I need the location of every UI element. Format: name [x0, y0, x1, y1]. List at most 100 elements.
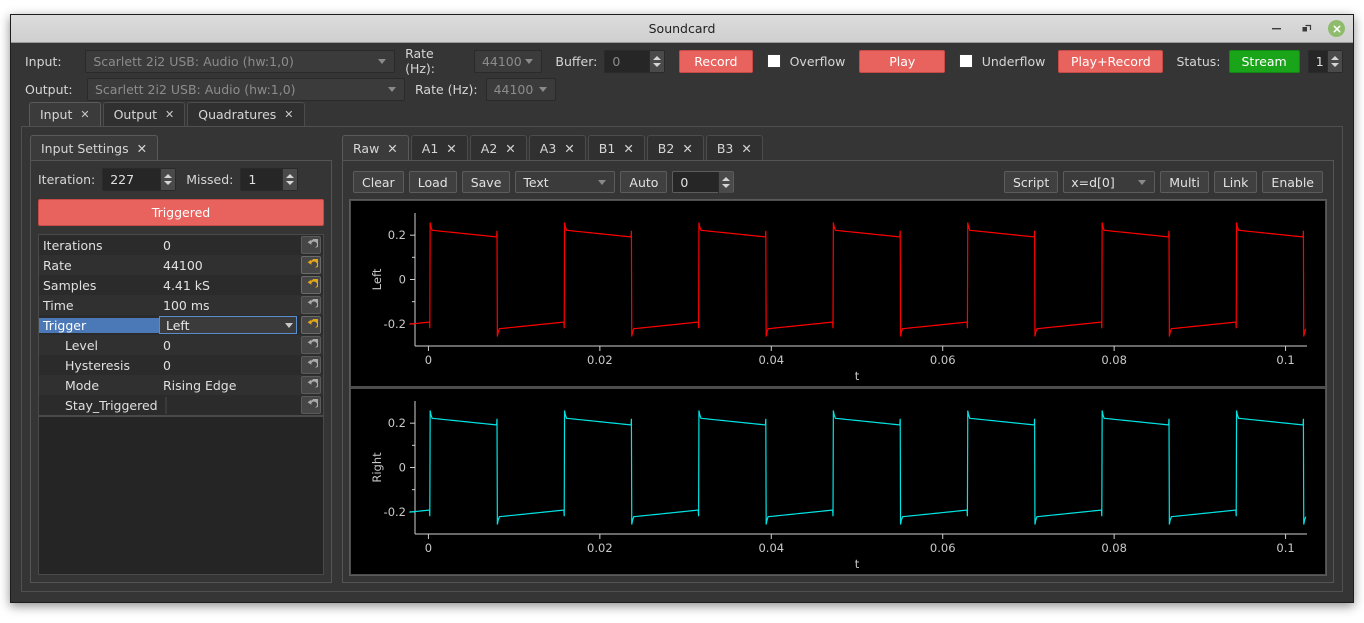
close-icon[interactable]: ✕: [564, 141, 574, 156]
status-label: Status:: [1176, 53, 1221, 69]
auto-arrows[interactable]: [718, 171, 734, 193]
output-device-select[interactable]: Scarlett 2i2 USB: Audio (hw:1,0): [87, 77, 405, 101]
svg-text:0.04: 0.04: [758, 541, 784, 555]
close-icon[interactable]: ✕: [741, 141, 751, 156]
property-row-mode[interactable]: Mode Rising Edge: [39, 375, 323, 395]
buffer-stepper[interactable]: 0: [604, 49, 665, 73]
reset-icon[interactable]: [301, 296, 321, 314]
input-device-value: Scarlett 2i2 USB: Audio (hw:1,0): [93, 53, 294, 69]
reset-icon[interactable]: [301, 356, 321, 374]
x-expression-value: x=d[0]: [1071, 174, 1115, 190]
reset-icon[interactable]: [301, 396, 321, 414]
auto-button[interactable]: Auto: [620, 171, 668, 193]
stream-count-arrows[interactable]: [1327, 50, 1342, 72]
stream-count-value: 1: [1315, 53, 1324, 69]
overflow-checkbox[interactable]: [766, 54, 781, 68]
close-icon[interactable]: ✕: [682, 141, 692, 156]
iteration-stepper[interactable]: 227: [102, 168, 177, 191]
close-icon[interactable]: ✕: [505, 141, 515, 156]
missed-stepper[interactable]: 1: [240, 168, 299, 191]
chevron-down-icon: [285, 322, 293, 328]
svg-text:t: t: [855, 557, 860, 571]
property-row-trigger[interactable]: Trigger Left: [39, 315, 323, 335]
tab-a2[interactable]: A2 ✕: [469, 135, 527, 160]
plot-right-channel[interactable]: -0.2 0 0.2 0 0.02 0.04 0.06 0.08 0.1 t Right: [351, 389, 1325, 574]
plot-left-channel[interactable]: -0.2 0 0.2 0 0.02 0.04 0.06 0.08 0.1 t Left: [351, 201, 1325, 386]
reset-icon[interactable]: [301, 236, 321, 254]
buffer-stepper-arrows[interactable]: [648, 50, 664, 72]
tab-b3[interactable]: B3 ✕: [705, 135, 763, 160]
reset-icon[interactable]: [301, 256, 321, 274]
script-button[interactable]: Script: [1003, 171, 1059, 193]
close-icon[interactable]: ✕: [446, 141, 456, 156]
link-button[interactable]: Link: [1213, 171, 1258, 193]
format-value: Text: [523, 174, 549, 190]
svg-text:0.1: 0.1: [1276, 541, 1294, 555]
output-rate-value: 44100: [493, 81, 534, 97]
minimize-icon[interactable]: [1268, 20, 1285, 37]
property-value[interactable]: Left: [159, 316, 299, 334]
auto-stepper[interactable]: 0: [672, 171, 735, 193]
record-button[interactable]: Record: [678, 49, 753, 73]
tab-a3[interactable]: A3 ✕: [528, 135, 586, 160]
property-row-time[interactable]: Time 100 ms: [39, 295, 323, 315]
property-row-level[interactable]: Level 0: [39, 335, 323, 355]
tab-b2[interactable]: B2 ✕: [646, 135, 704, 160]
input-device-select[interactable]: Scarlett 2i2 USB: Audio (hw:1,0): [85, 49, 396, 73]
close-icon[interactable]: ✕: [137, 141, 147, 156]
close-icon[interactable]: ✕: [623, 141, 633, 156]
input-settings-panel: Iteration: 227 Missed: 1 Triggered Itera…: [30, 160, 332, 583]
property-name: Hysteresis: [65, 357, 130, 373]
close-icon[interactable]: ✕: [80, 109, 89, 120]
trigger-channel-select[interactable]: Left: [159, 316, 297, 334]
tab-raw[interactable]: Raw ✕: [342, 135, 409, 160]
reset-icon[interactable]: [301, 376, 321, 394]
iteration-arrows[interactable]: [160, 169, 176, 190]
play-button[interactable]: Play: [859, 49, 946, 73]
stream-count-stepper[interactable]: 1: [1307, 49, 1343, 73]
enable-button[interactable]: Enable: [1262, 171, 1323, 193]
x-expression-select[interactable]: x=d[0]: [1063, 171, 1156, 193]
stay-triggered-checkbox[interactable]: [165, 396, 167, 414]
format-select[interactable]: Text: [515, 171, 616, 193]
triggered-status-button[interactable]: Triggered: [38, 199, 324, 226]
restore-icon[interactable]: [1298, 20, 1315, 37]
arrow-up-icon: [1331, 55, 1339, 60]
play-record-button[interactable]: Play+Record: [1058, 49, 1164, 73]
input-rate-select[interactable]: 44100: [473, 49, 543, 73]
close-icon[interactable]: [1328, 20, 1345, 37]
property-row-samples[interactable]: Samples 4.41 kS: [39, 275, 323, 295]
tab-input[interactable]: Input ✕: [29, 102, 101, 126]
reset-icon[interactable]: [301, 276, 321, 294]
property-row-stay_triggered[interactable]: Stay_Triggered: [39, 395, 323, 415]
clear-button[interactable]: Clear: [353, 171, 404, 193]
multi-button[interactable]: Multi: [1160, 171, 1209, 193]
close-icon[interactable]: ✕: [284, 109, 293, 120]
tab-input-settings[interactable]: Input Settings ✕: [30, 135, 159, 160]
close-icon[interactable]: ✕: [165, 109, 174, 120]
save-button[interactable]: Save: [461, 171, 511, 193]
tab-output[interactable]: Output ✕: [102, 102, 186, 126]
stream-status-badge[interactable]: Stream: [1228, 49, 1300, 73]
tab-input-settings-label: Input Settings: [41, 140, 129, 156]
tab-b1[interactable]: B1 ✕: [587, 135, 645, 160]
svg-text:0: 0: [399, 273, 406, 287]
property-row-iterations[interactable]: Iterations 0: [39, 235, 323, 255]
reset-icon[interactable]: [301, 336, 321, 354]
tab-quadratures[interactable]: Quadratures ✕: [187, 102, 305, 126]
arrow-up-icon: [652, 55, 661, 60]
svg-text:Left: Left: [370, 268, 384, 290]
missed-arrows[interactable]: [282, 169, 298, 190]
tab-label: A3: [539, 140, 557, 156]
tab-a1[interactable]: A1 ✕: [410, 135, 468, 160]
property-row-hysteresis[interactable]: Hysteresis 0: [39, 355, 323, 375]
underflow-checkbox[interactable]: [959, 54, 973, 68]
reset-icon[interactable]: [301, 316, 321, 334]
property-reset-cell: [299, 396, 323, 414]
output-rate-select[interactable]: 44100: [485, 77, 556, 101]
close-icon[interactable]: ✕: [387, 141, 397, 156]
property-reset-cell: [299, 276, 323, 294]
property-row-rate[interactable]: Rate 44100: [39, 255, 323, 275]
load-button[interactable]: Load: [408, 171, 457, 193]
property-value[interactable]: [159, 396, 299, 414]
